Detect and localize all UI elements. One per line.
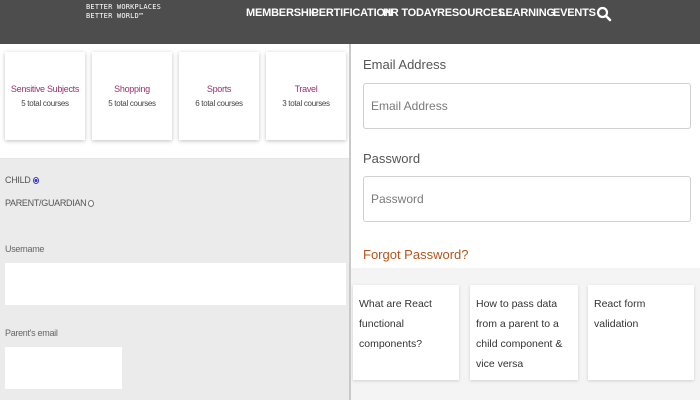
faq-card-form-validation[interactable]: React form validation <box>588 285 694 380</box>
forgot-password-link[interactable]: Forgot Password? <box>363 247 469 262</box>
category-title: Travel <box>294 84 318 94</box>
category-count: 5 total courses <box>21 99 69 108</box>
top-nav-bar: BETTER WORKPLACES BETTER WORLD™ MEMBERSH… <box>0 0 700 44</box>
password-field[interactable] <box>363 176 691 222</box>
role-label-child: CHILD <box>5 175 31 185</box>
category-card-sports[interactable]: Sports 6 total courses <box>179 52 259 140</box>
faq-card-functional-components[interactable]: What are React functional components? <box>353 285 459 380</box>
email-label: Email Address <box>363 57 447 72</box>
category-card-travel[interactable]: Travel 3 total courses <box>266 52 346 140</box>
password-label: Password <box>363 151 421 166</box>
signup-form: CHILD PARENT/GUARDIAN Username Parent's … <box>0 159 350 400</box>
faq-cards: What are React functional components? Ho… <box>351 268 700 400</box>
nav-certification[interactable]: CERTIFICATION <box>311 7 393 19</box>
left-panel: Sensitive Subjects 5 total courses Shopp… <box>0 44 350 400</box>
brand-tagline[interactable]: BETTER WORKPLACES BETTER WORLD™ <box>86 3 161 21</box>
category-count: 6 total courses <box>195 99 243 108</box>
category-card-shopping[interactable]: Shopping 5 total courses <box>92 52 172 140</box>
brand-line-2: BETTER WORLD™ <box>86 12 144 20</box>
parent-email-label: Parent's email <box>5 328 58 338</box>
nav-resources[interactable]: RESOURCES <box>437 7 505 19</box>
faq-card-pass-data[interactable]: How to pass data from a parent to a chil… <box>470 285 578 380</box>
right-panel: Email Address Password Forgot Password? … <box>351 44 700 400</box>
parent-radio[interactable] <box>88 199 95 207</box>
category-count: 5 total courses <box>108 99 156 108</box>
category-card-sensitive-subjects[interactable]: Sensitive Subjects 5 total courses <box>5 52 85 140</box>
username-label: Username <box>5 244 45 254</box>
child-radio[interactable] <box>32 176 39 184</box>
category-count: 3 total courses <box>282 99 330 108</box>
search-icon[interactable] <box>596 6 612 22</box>
category-title: Shopping <box>114 84 150 94</box>
nav-membership[interactable]: MEMBERSHIP <box>246 7 319 19</box>
category-title: Sports <box>206 84 232 94</box>
role-option-child[interactable]: CHILD <box>5 175 39 185</box>
category-cards: Sensitive Subjects 5 total courses Shopp… <box>0 44 350 159</box>
role-label-parent: PARENT/GUARDIAN <box>5 198 87 208</box>
role-option-parent[interactable]: PARENT/GUARDIAN <box>5 198 95 208</box>
email-field[interactable] <box>363 83 691 129</box>
parent-email-input[interactable] <box>5 347 122 389</box>
nav-learning[interactable]: LEARNING <box>499 7 555 19</box>
nav-hr-today[interactable]: HR TODAY <box>383 7 438 19</box>
brand-line-1: BETTER WORKPLACES <box>86 3 162 11</box>
nav-events[interactable]: EVENTS <box>553 7 596 19</box>
username-input[interactable] <box>5 263 346 305</box>
category-title: Sensitive Subjects <box>10 84 80 94</box>
